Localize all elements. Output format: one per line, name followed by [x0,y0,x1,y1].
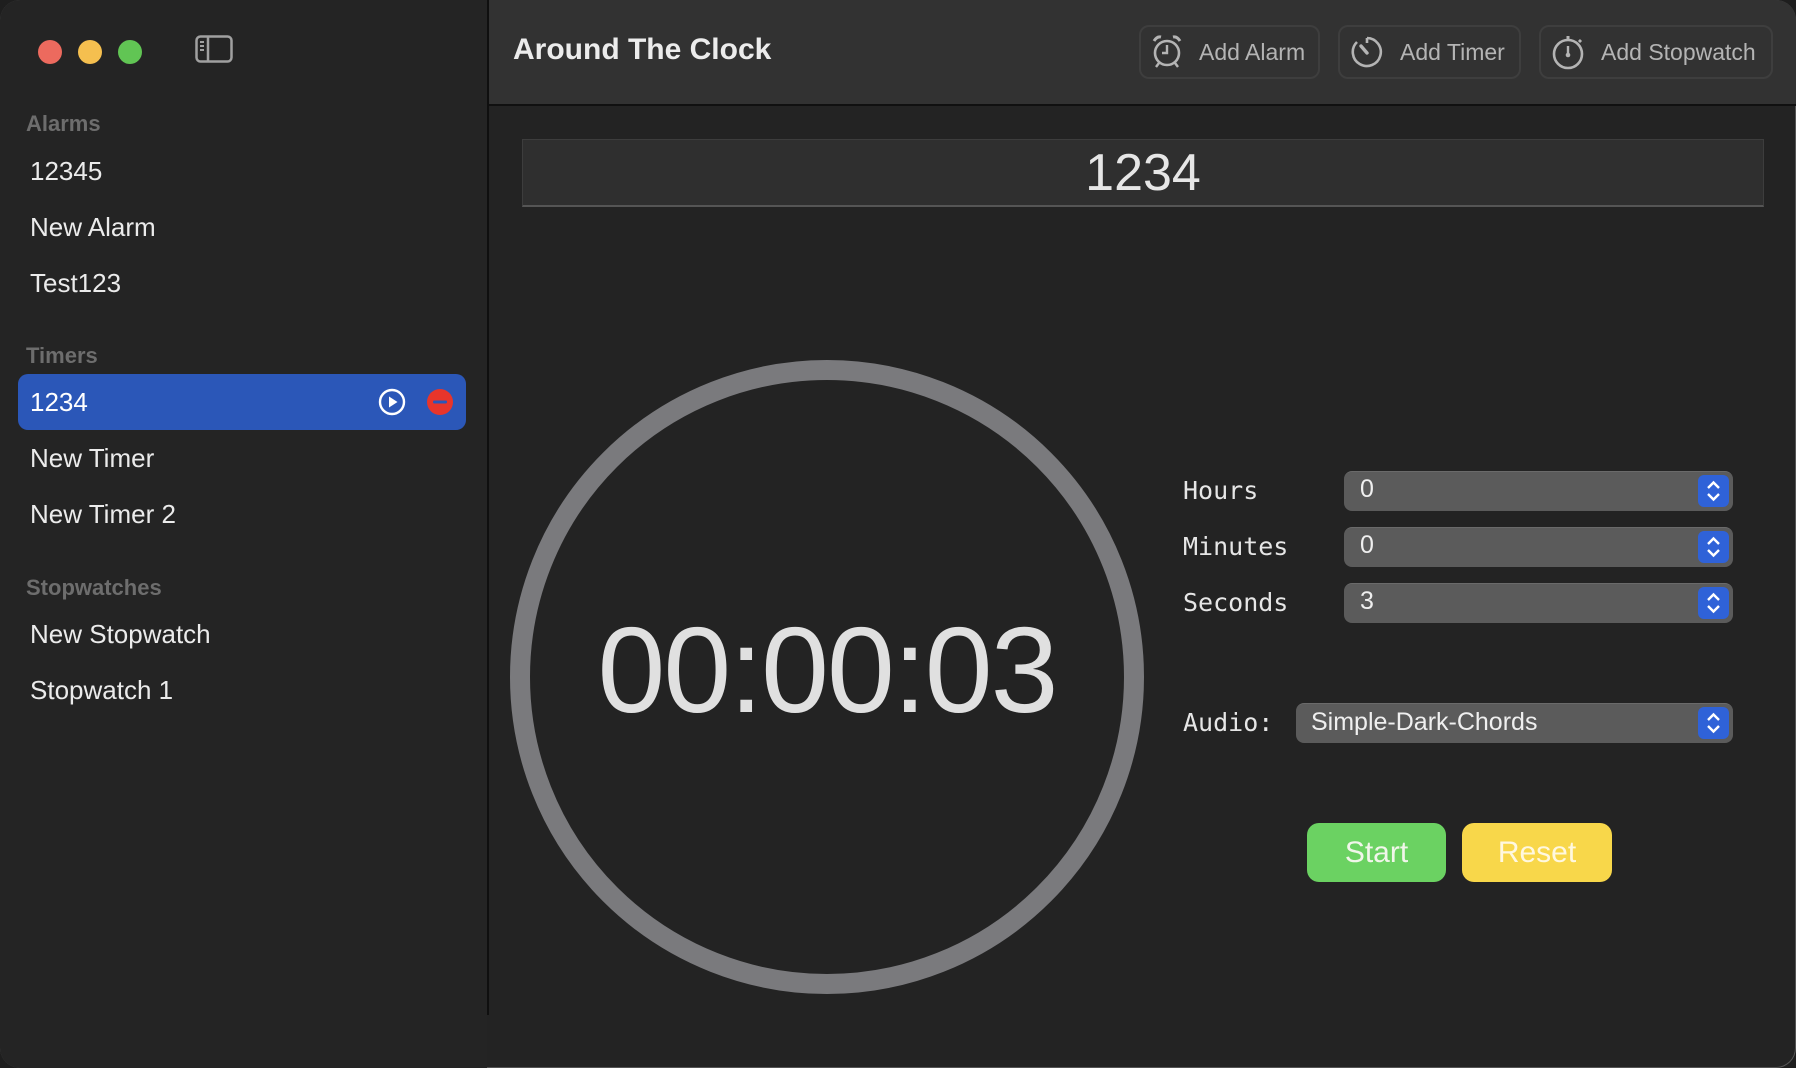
hours-stepper-arrows[interactable] [1698,475,1729,507]
minutes-stepper[interactable]: 0 [1344,527,1733,567]
seconds-label: Seconds [1183,588,1289,617]
sidebar-item-label: New Alarm [30,211,156,242]
add-stopwatch-button[interactable]: Add Stopwatch [1539,25,1773,79]
sidebar-item-stopwatch[interactable]: Stopwatch 1 [18,662,466,718]
minutes-stepper-arrows[interactable] [1698,531,1729,563]
sidebar-item-alarm[interactable]: New Alarm [18,199,466,255]
toolbar: Around The Clock Add Alarm Add Timer Add… [489,0,1796,106]
section-title-alarms: Alarms [26,111,101,136]
reset-button[interactable]: Reset [1462,823,1612,882]
sidebar: Alarms 12345 New Alarm Test123 Timers 12… [0,0,487,1068]
app-window: Alarms 12345 New Alarm Test123 Timers 12… [0,0,1796,1068]
add-stopwatch-label: Add Stopwatch [1601,38,1756,65]
close-window-button[interactable] [38,40,62,64]
minutes-label: Minutes [1183,532,1289,561]
hours-label: Hours [1183,476,1259,505]
add-alarm-label: Add Alarm [1199,38,1306,65]
sidebar-item-label: New Timer [30,442,155,473]
add-timer-button[interactable]: Add Timer [1338,25,1521,79]
sidebar-item-alarm[interactable]: Test123 [18,255,466,311]
sidebar-item-label: New Stopwatch [30,618,211,649]
up-down-chevron-icon [1707,712,1720,734]
sidebar-item-timer[interactable]: New Timer [18,430,466,486]
sidebar-item-stopwatch[interactable]: New Stopwatch [18,606,466,662]
timer-icon [1351,36,1383,68]
sidebar-item-label: 1234 [30,386,88,417]
seconds-stepper[interactable]: 3 [1344,583,1733,623]
hours-value: 0 [1360,475,1374,503]
sidebar-item-label: 12345 [30,155,103,186]
seconds-value: 3 [1360,587,1374,615]
up-down-chevron-icon [1707,592,1720,614]
audio-select[interactable]: Simple-Dark-Chords [1296,703,1733,743]
zoom-window-button[interactable] [118,40,142,64]
alarm-clock-icon [1152,35,1182,68]
add-alarm-button[interactable]: Add Alarm [1139,25,1320,79]
timer-name-field[interactable]: 1234 [522,139,1764,207]
time-display: 00:00:03 [597,602,1059,738]
sidebar-item-timer-selected[interactable]: 1234 [18,374,466,430]
hours-stepper[interactable]: 0 [1344,471,1733,511]
sidebar-item-label: Stopwatch 1 [30,674,174,705]
add-timer-label: Add Timer [1400,38,1505,65]
app-title: Around The Clock [513,33,772,66]
start-button[interactable]: Start [1307,823,1446,882]
play-circle-icon[interactable] [378,388,406,416]
audio-value: Simple-Dark-Chords [1311,708,1538,736]
sidebar-item-timer[interactable]: New Timer 2 [18,486,466,542]
sidebar-item-label: New Timer 2 [30,498,176,529]
up-down-chevron-icon [1707,480,1720,502]
section-title-timers: Timers [26,343,98,368]
sidebar-left-icon [195,35,233,63]
minimize-window-button[interactable] [78,40,102,64]
delete-minus-icon[interactable] [426,388,454,416]
seconds-stepper-arrows[interactable] [1698,587,1729,619]
sidebar-item-alarm[interactable]: 12345 [18,143,466,199]
section-title-stopwatches: Stopwatches [26,575,162,600]
stopwatch-icon [1552,36,1584,70]
minutes-value: 0 [1360,531,1374,559]
sidebar-item-label: Test123 [30,267,122,298]
audio-select-arrows[interactable] [1698,707,1729,739]
audio-label: Audio: [1183,708,1274,737]
up-down-chevron-icon [1707,536,1720,558]
sidebar-toggle-button[interactable] [195,35,233,63]
sidebar-divider[interactable] [487,0,489,1015]
